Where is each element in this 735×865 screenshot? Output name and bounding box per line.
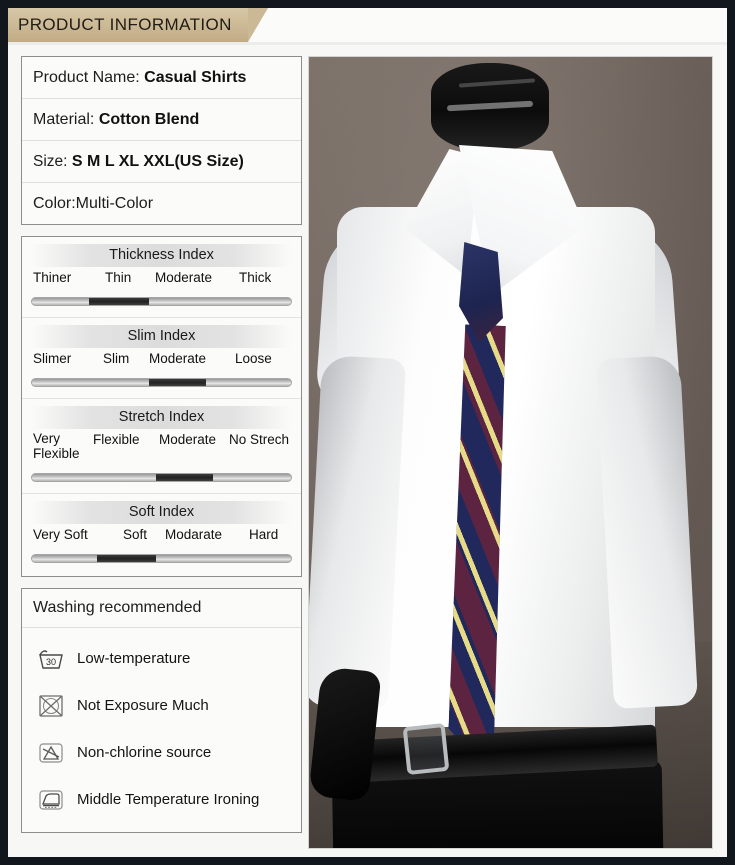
index-label: No Strech [229, 432, 290, 447]
wash-item-label: Not Exposure Much [77, 697, 209, 714]
index-label: Very Soft [33, 527, 88, 542]
index-slider-fill [156, 474, 214, 481]
index-slider-thickness[interactable] [31, 297, 292, 306]
spec-label: Product Name: [33, 69, 140, 86]
index-label: Very Flexible [33, 431, 80, 461]
index-slider-fill [88, 298, 149, 305]
index-block-slim: Slim Index Slimer Slim Moderate Loose [22, 325, 301, 399]
index-label: Thiner [33, 270, 72, 285]
spec-row-product-name: Product Name: Casual Shirts [22, 57, 301, 99]
wash-item-ironing: Middle Temperature Ironing [22, 776, 301, 823]
index-scale-labels: Slimer Slim Moderate Loose [31, 351, 292, 375]
header-divider [8, 42, 727, 45]
spec-row-size: Size: S M L XL XXL(US Size) [22, 141, 301, 183]
index-slider-fill [96, 555, 157, 562]
index-label: Moderate [155, 270, 213, 285]
spec-label: Size: [33, 153, 68, 170]
left-column: Product Name: Casual Shirts Material: Co… [21, 56, 302, 844]
product-photo[interactable] [308, 56, 713, 849]
index-block-stretch: Stretch Index Very Flexible Flexible Mod… [22, 406, 301, 494]
page-title: PRODUCT INFORMATION [18, 15, 232, 34]
wash-item-no-exposure: Not Exposure Much [22, 682, 301, 729]
non-chlorine-bleach-icon [36, 740, 66, 766]
index-block-thickness: Thickness Index Thiner Thin Moderate Thi… [22, 244, 301, 318]
wash-item-low-temperature: 30 Low-temperature [22, 635, 301, 682]
fabric-index-panel: Thickness Index Thiner Thin Moderate Thi… [21, 236, 302, 577]
index-scale-labels: Very Soft Soft Modarate Hard [31, 527, 292, 551]
index-label: Slimer [33, 351, 72, 366]
index-label: Flexible [93, 432, 140, 447]
spec-row-color: Color:Multi-Color [22, 183, 301, 224]
index-scale-labels: Very Flexible Flexible Moderate No Strec… [31, 431, 292, 470]
index-slider-stretch[interactable] [31, 473, 292, 482]
index-slider-slim[interactable] [31, 378, 292, 387]
index-title: Stretch Index [31, 406, 292, 429]
index-label: Soft [123, 527, 148, 542]
wash-item-label: Middle Temperature Ironing [77, 791, 260, 808]
page-frame: PRODUCT INFORMATION Product Name: Casual… [8, 8, 727, 857]
index-label: Moderate [159, 432, 217, 447]
spec-value: Casual Shirts [144, 69, 247, 86]
index-label: Modarate [165, 527, 223, 542]
header-banner: PRODUCT INFORMATION [8, 8, 727, 45]
wash-item-label: Non-chlorine source [77, 744, 212, 761]
index-label: Thin [105, 270, 132, 285]
right-column [308, 56, 713, 849]
index-title: Thickness Index [31, 244, 292, 267]
svg-text:30: 30 [46, 657, 56, 667]
index-slider-fill [148, 379, 206, 386]
index-label: Slim [103, 351, 130, 366]
product-spec-panel: Product Name: Casual Shirts Material: Co… [21, 56, 302, 225]
spec-label: Material: [33, 111, 95, 128]
spec-value: Cotton Blend [98, 111, 200, 128]
main-content: Product Name: Casual Shirts Material: Co… [8, 48, 727, 857]
index-label: Hard [249, 527, 279, 542]
iron-medium-icon [36, 787, 66, 813]
wash-item-label: Low-temperature [77, 650, 191, 667]
spec-label: Color:Multi-Color [33, 195, 154, 212]
index-slider-soft[interactable] [31, 554, 292, 563]
index-label: Loose [235, 351, 272, 366]
washing-list: 30 Low-temperature Not Exposure Much Non… [22, 628, 301, 832]
wash-tub-30-icon: 30 [36, 646, 66, 672]
wash-item-non-chlorine: Non-chlorine source [22, 729, 301, 776]
index-title: Slim Index [31, 325, 292, 348]
spec-row-material: Material: Cotton Blend [22, 99, 301, 141]
index-block-soft: Soft Index Very Soft Soft Modarate Hard [22, 501, 301, 576]
spec-value: S M L XL XXL(US Size) [71, 153, 244, 170]
washing-panel: Washing recommended 30 Low-temperature N… [21, 588, 302, 833]
no-sun-exposure-icon [36, 693, 66, 719]
index-title: Soft Index [31, 501, 292, 524]
index-label: Thick [239, 270, 272, 285]
belt-buckle [402, 722, 450, 776]
index-label: Moderate [149, 351, 207, 366]
index-scale-labels: Thiner Thin Moderate Thick [31, 270, 292, 294]
washing-title: Washing recommended [22, 589, 301, 628]
